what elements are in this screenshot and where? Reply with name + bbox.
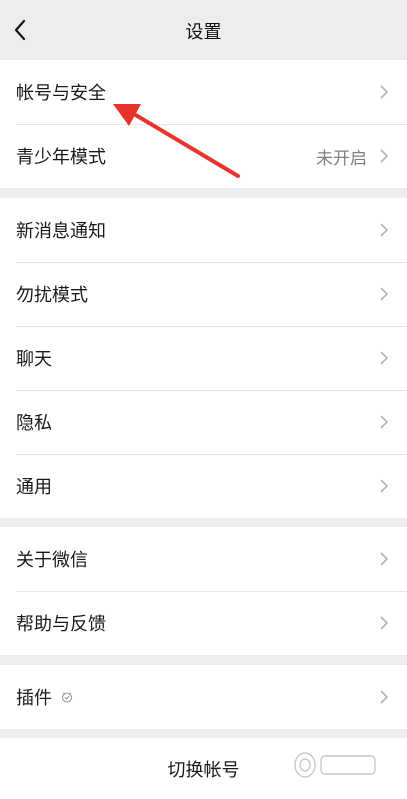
settings-group-plugins: 插件: [0, 665, 407, 729]
chevron-right-icon: [380, 351, 389, 365]
settings-item-label: 新消息通知: [16, 221, 106, 242]
settings-item-label: 关于微信: [16, 550, 88, 571]
chevron-right-icon: [380, 616, 389, 630]
chevron-right-icon: [380, 223, 389, 237]
settings-item-label: 勿扰模式: [16, 285, 88, 306]
nav-bar: 设置: [0, 0, 407, 60]
chevron-right-icon: [380, 287, 389, 301]
settings-item-label: 隐私: [16, 413, 52, 434]
settings-item-label: 帮助与反馈: [16, 614, 106, 635]
settings-item-plugins[interactable]: 插件: [0, 665, 407, 729]
chevron-right-icon: [380, 149, 389, 163]
settings-group-about: 关于微信 帮助与反馈: [0, 527, 407, 655]
settings-group-account: 帐号与安全 青少年模式 未开启: [0, 60, 407, 188]
settings-item-new-message-notify[interactable]: 新消息通知: [0, 198, 407, 262]
watermark-logo: [294, 752, 376, 778]
settings-item-label: 通用: [16, 477, 52, 498]
page-title: 设置: [185, 22, 222, 43]
teen-mode-status: 未开启: [316, 148, 367, 169]
chevron-right-icon: [380, 552, 389, 566]
settings-item-label: 青少年模式: [16, 147, 106, 168]
chevron-right-icon: [380, 85, 389, 99]
plugin-icon: [61, 692, 73, 703]
settings-item-label: 插件: [16, 688, 52, 709]
chevron-right-icon: [380, 690, 389, 704]
settings-item-teen-mode[interactable]: 青少年模式 未开启: [0, 124, 407, 188]
chevron-right-icon: [380, 479, 389, 493]
settings-item-chat[interactable]: 聊天: [0, 326, 407, 390]
switch-account-label: 切换帐号: [167, 759, 240, 781]
settings-item-general[interactable]: 通用: [0, 454, 407, 518]
settings-item-do-not-disturb[interactable]: 勿扰模式: [0, 262, 407, 326]
settings-item-help-feedback[interactable]: 帮助与反馈: [0, 591, 407, 655]
settings-item-label: 聊天: [16, 349, 52, 370]
settings-item-label: 帐号与安全: [16, 83, 106, 104]
chevron-right-icon: [380, 415, 389, 429]
settings-item-about-wechat[interactable]: 关于微信: [0, 527, 407, 591]
settings-item-privacy[interactable]: 隐私: [0, 390, 407, 454]
settings-group-general: 新消息通知 勿扰模式 聊天 隐私 通用: [0, 198, 407, 518]
settings-item-account-security[interactable]: 帐号与安全: [0, 60, 407, 124]
